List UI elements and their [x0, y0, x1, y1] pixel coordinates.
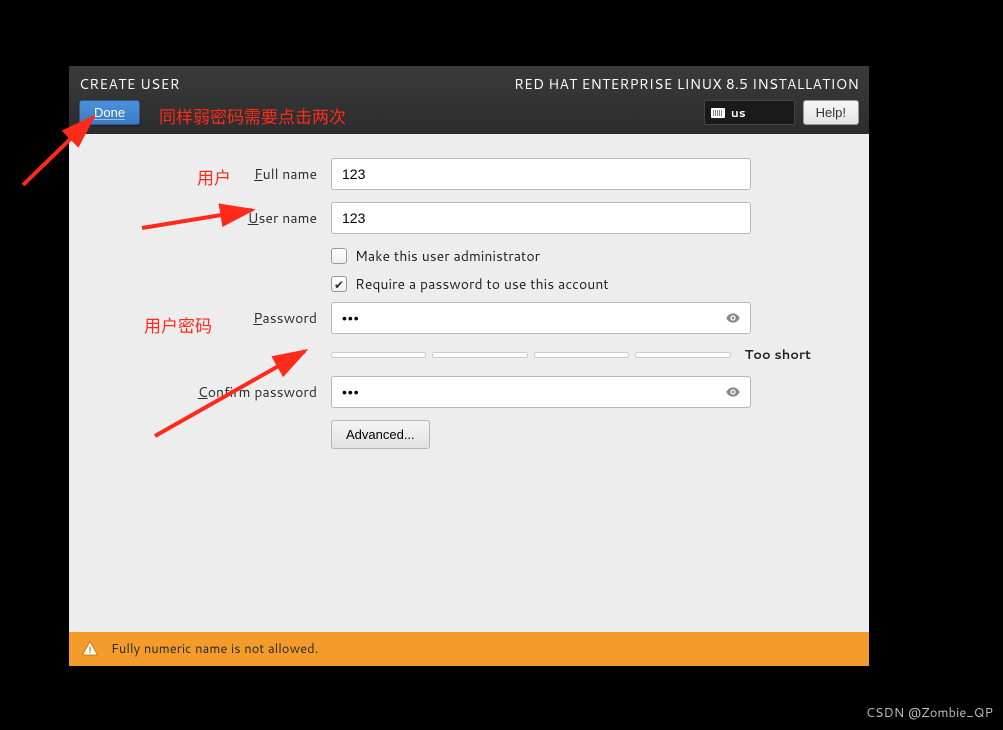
admin-checkbox[interactable]	[331, 248, 347, 264]
warning-text: Fully numeric name is not allowed.	[111, 640, 318, 658]
keyboard-layout-selector[interactable]: us	[704, 100, 795, 125]
password-label: Password	[69, 308, 331, 328]
password-input[interactable]	[331, 302, 751, 334]
header-right: RED HAT ENTERPRISE LINUX 8.5 INSTALLATIO…	[514, 74, 859, 134]
strength-bar	[635, 352, 730, 358]
admin-checkbox-label: Make this user administrator	[355, 246, 540, 266]
advanced-button[interactable]: Advanced...	[331, 420, 430, 449]
confirm-password-row: Confirm password	[69, 376, 869, 408]
require-password-row: ✔ Require a password to use this account	[331, 274, 869, 294]
password-strength-row: Too short	[331, 346, 811, 364]
admin-checkbox-row: Make this user administrator	[331, 246, 869, 266]
strength-text: Too short	[745, 346, 811, 364]
username-label: User name	[69, 208, 331, 228]
done-button[interactable]: Done	[79, 100, 140, 125]
fullname-row: Full name	[69, 158, 869, 190]
keyboard-icon	[711, 108, 725, 118]
username-input[interactable]	[331, 202, 751, 234]
confirm-password-input[interactable]	[331, 376, 751, 408]
eye-icon[interactable]	[725, 310, 741, 326]
warning-icon: !	[81, 641, 99, 657]
watermark: CSDN @Zombie_QP	[866, 704, 993, 722]
installer-title: RED HAT ENTERPRISE LINUX 8.5 INSTALLATIO…	[514, 74, 859, 94]
installer-window: CREATE USER Done RED HAT ENTERPRISE LINU…	[69, 66, 869, 666]
confirm-password-label: Confirm password	[69, 382, 331, 402]
strength-bar	[534, 352, 629, 358]
advanced-row: Advanced...	[331, 420, 869, 449]
content-area: Full name User name Make this user admin…	[69, 134, 869, 632]
fullname-label: Full name	[69, 164, 331, 184]
eye-icon[interactable]	[725, 384, 741, 400]
strength-bar	[432, 352, 527, 358]
strength-bars	[331, 352, 731, 358]
username-row: User name	[69, 202, 869, 234]
fullname-input[interactable]	[331, 158, 751, 190]
password-row: Password	[69, 302, 869, 334]
page-title: CREATE USER	[79, 74, 180, 94]
header-left: CREATE USER Done	[79, 74, 180, 134]
keyboard-layout-label: us	[731, 104, 746, 121]
header-bar: CREATE USER Done RED HAT ENTERPRISE LINU…	[69, 66, 869, 134]
require-password-label: Require a password to use this account	[355, 274, 609, 294]
svg-text:!: !	[89, 643, 92, 656]
help-button[interactable]: Help!	[803, 100, 859, 125]
require-password-checkbox[interactable]: ✔	[331, 276, 347, 292]
strength-bar	[331, 352, 426, 358]
warning-bar: ! Fully numeric name is not allowed.	[69, 632, 869, 666]
